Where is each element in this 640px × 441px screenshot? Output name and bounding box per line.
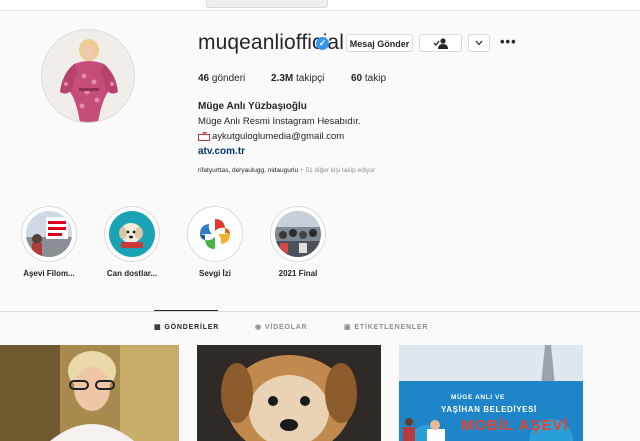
tab-videos[interactable]: ◉ VİDEOLAR (255, 323, 308, 331)
post-image (197, 345, 381, 441)
profile-website-link[interactable]: atv.com.tr (198, 146, 245, 157)
post-thumbnail-2[interactable] (197, 345, 381, 441)
sevgi-izi-logo-icon (192, 211, 238, 257)
tab-tagged[interactable]: ▣ ETİKETLENENLER (344, 323, 428, 331)
tag-icon: ▣ (344, 324, 352, 331)
bio-email: aykutguloglumedia@gmail.com (212, 131, 345, 142)
video-icon: ◉ (255, 324, 262, 331)
highlight-cover-image (26, 211, 72, 257)
bio-text: Müge Anlı Resmi Instagram Hesabıdır. (198, 116, 361, 127)
person-check-icon (433, 38, 448, 50)
highlight-asevi[interactable]: Aşevi Filom... (9, 206, 89, 278)
bio-email-line: aykutguloglumedia@gmail.com (198, 131, 344, 142)
post3-line3: MOBİL AŞEVİ (461, 417, 569, 434)
highlight-cover-image (275, 211, 321, 257)
post3-line1: MÜGE ANLI VE (451, 394, 505, 401)
tabs-divider (0, 311, 640, 312)
more-options-button[interactable]: ••• (500, 34, 517, 49)
following-button[interactable] (419, 34, 462, 52)
followers-count: 2.3M (271, 73, 294, 84)
verified-badge-icon: ✓ (316, 37, 329, 50)
active-tab-indicator (154, 310, 218, 311)
suggestions-chevron-button[interactable] (468, 34, 490, 52)
grid-icon: ▦ (154, 324, 162, 331)
highlight-label: 2021 Final (278, 269, 318, 278)
highlight-ring (21, 206, 77, 262)
tab-tagged-label: ETİKETLENENLER (354, 324, 429, 331)
post-image (0, 345, 179, 441)
top-nav-strip (0, 0, 640, 11)
highlight-label: Can dostlar... (106, 269, 158, 278)
post3-line2: YAŞİHAN BELEDİYESİ (441, 405, 537, 414)
highlight-cover-asevi (26, 211, 72, 257)
profile-avatar[interactable] (41, 29, 135, 123)
followed-by-text[interactable]: rifatyurttas, deryaulugg, nidaugurlu + 5… (198, 167, 375, 174)
tab-posts-label: GÖNDERİLER (164, 324, 220, 331)
followed-by-names: rifatyurttas, deryaulugg, nidaugurlu (198, 167, 299, 174)
highlight-cover-can-dostlar (109, 211, 155, 257)
highlight-cover-2021-final (275, 211, 321, 257)
highlight-ring (187, 206, 243, 262)
tab-videos-label: VİDEOLAR (264, 324, 308, 331)
following-label: takip (364, 73, 387, 84)
highlight-label: Aşevi Filom... (23, 269, 75, 278)
posts-count: 46 (198, 73, 210, 84)
highlight-sevgi-izi[interactable]: Sevgi İzi (175, 206, 255, 278)
followers-label: takipçi (296, 73, 325, 84)
search-input[interactable] (206, 0, 328, 8)
mailbox-icon (198, 131, 210, 141)
highlight-cover-image (109, 211, 155, 257)
tab-posts[interactable]: ▦ GÖNDERİLER (154, 323, 219, 331)
post-thumbnail-3[interactable]: MÜGE ANLI VE YAŞİHAN BELEDİYESİ MOBİL AŞ… (399, 345, 583, 441)
followers-stat[interactable]: 2.3M takipçi (271, 73, 324, 84)
highlight-ring (270, 206, 326, 262)
chevron-down-icon (475, 40, 483, 46)
following-stat[interactable]: 60 takip (351, 73, 386, 84)
highlight-can-dostlar[interactable]: Can dostlar... (92, 206, 172, 278)
posts-stat: 46 gönderi (198, 73, 245, 84)
post-thumbnail-1[interactable] (0, 345, 179, 441)
message-button[interactable]: Mesaj Gönder (346, 34, 413, 52)
posts-label: gönderi (211, 73, 246, 84)
highlight-label: Sevgi İzi (198, 269, 231, 278)
highlight-cover-sevgi-izi (192, 211, 238, 257)
following-count: 60 (351, 73, 363, 84)
highlight-ring (104, 206, 160, 262)
followed-by-more: + 51 diğer kişi takip ediyor (299, 167, 376, 174)
profile-full-name: Müge Anlı Yüzbaşıoğlu (198, 101, 307, 112)
highlight-2021-final[interactable]: 2021 Final (258, 206, 338, 278)
avatar-image (42, 30, 134, 122)
